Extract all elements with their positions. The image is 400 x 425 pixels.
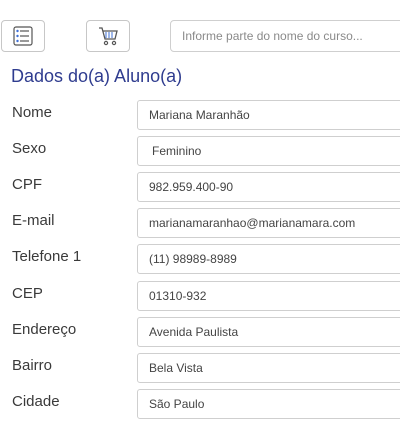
form-row-cidade: Cidade São Paulo: [0, 389, 400, 419]
form-row-bairro: Bairro Bela Vista: [0, 353, 400, 383]
cpf-field[interactable]: 982.959.400-90: [137, 172, 400, 202]
cpf-label: CPF: [12, 176, 42, 193]
email-field[interactable]: marianamaranhao@marianamara.com: [137, 208, 400, 238]
form-row-cep: CEP 01310-932: [0, 281, 400, 311]
cidade-label: Cidade: [12, 393, 60, 410]
section-title: Dados do(a) Aluno(a): [11, 66, 183, 86]
sexo-label: Sexo: [12, 140, 47, 157]
form-row-telefone: Telefone 1 (11) 98989-8989: [0, 244, 400, 274]
nome-field[interactable]: Mariana Maranhão: [137, 100, 400, 130]
nome-label: Nome: [12, 104, 53, 121]
bairro-field[interactable]: Bela Vista: [137, 353, 400, 383]
list-icon: [13, 26, 33, 46]
form-row-nome: Nome Mariana Maranhão: [0, 100, 400, 130]
sexo-select[interactable]: Feminino: [137, 136, 400, 166]
endereco-field[interactable]: Avenida Paulista: [137, 317, 400, 347]
endereco-label: Endereço: [12, 321, 77, 338]
form-row-email: E-mail marianamaranhao@marianamara.com: [0, 208, 400, 238]
form-row-cpf: CPF 982.959.400-90: [0, 172, 400, 202]
email-label: E-mail: [12, 212, 55, 229]
cidade-field[interactable]: São Paulo: [137, 389, 400, 419]
course-search-input[interactable]: [170, 20, 400, 52]
telefone-label: Telefone 1: [12, 248, 82, 265]
cep-label: CEP: [12, 285, 43, 302]
cep-field[interactable]: 01310-932: [137, 281, 400, 311]
toolbar: [0, 0, 400, 60]
form-row-endereco: Endereço Avenida Paulista: [0, 317, 400, 347]
form-row-sexo: Sexo Feminino: [0, 136, 400, 166]
cart-button[interactable]: [86, 20, 130, 52]
shopping-cart-icon: [99, 27, 118, 46]
menu-button[interactable]: [1, 20, 45, 52]
telefone-field[interactable]: (11) 98989-8989: [137, 244, 400, 274]
bairro-label: Bairro: [12, 357, 53, 374]
